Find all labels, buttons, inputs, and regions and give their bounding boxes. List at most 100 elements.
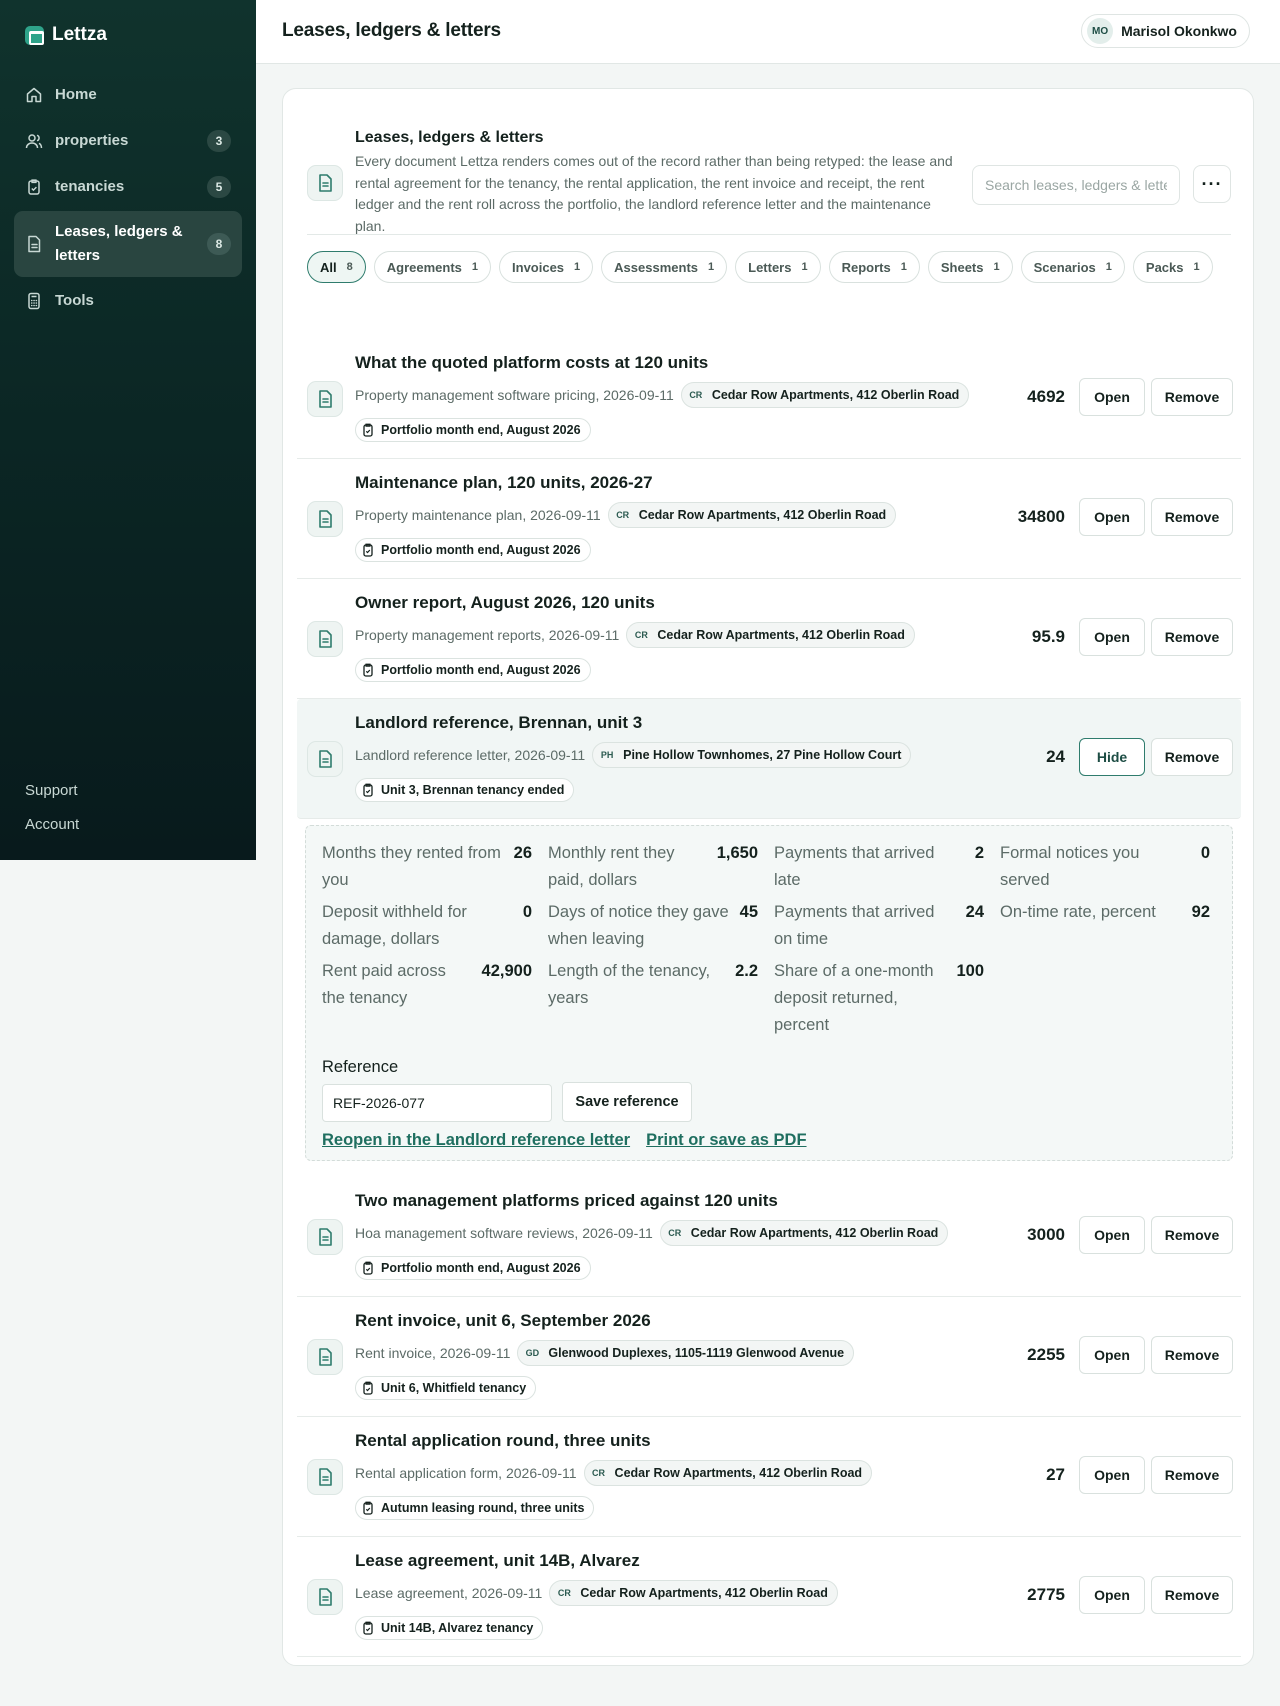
- filter-chip-all[interactable]: All 8: [307, 251, 366, 283]
- document-meta: Lease agreement, 2026-09-11 CR Cedar Row A…: [355, 1580, 838, 1606]
- sidebar-item-home[interactable]: Home: [14, 73, 242, 117]
- remove-button[interactable]: Remove: [1151, 378, 1233, 416]
- remove-button[interactable]: Remove: [1151, 498, 1233, 536]
- property-name: Cedar Row Apartments, 412 Oberlin Road: [614, 1466, 863, 1480]
- context-tag[interactable]: Portfolio month end, August 2026: [355, 658, 591, 682]
- home-icon: [25, 86, 43, 104]
- stat-label: Length of the tenancy, years: [548, 962, 711, 1007]
- remove-button[interactable]: Remove: [1151, 1216, 1233, 1254]
- intro-section: Leases, ledgers & letters Every document…: [307, 109, 1231, 235]
- filter-chip-agreements[interactable]: Agreements 1: [373, 251, 492, 283]
- context-tag[interactable]: Portfolio month end, August 2026: [355, 1256, 591, 1280]
- document-icon: [307, 501, 343, 537]
- filter-label: Agreements: [386, 259, 462, 275]
- document-value: 24: [1046, 747, 1065, 766]
- context-tag[interactable]: Unit 3, Brennan tenancy ended: [355, 778, 575, 802]
- context-tag[interactable]: Autumn leasing round, three units: [355, 1496, 595, 1520]
- property-chip[interactable]: CR Cedar Row Apartments, 412 Oberlin Road: [549, 1580, 838, 1606]
- property-chip[interactable]: PH Pine Hollow Townhomes, 27 Pine Hollow …: [592, 742, 912, 768]
- open-button[interactable]: Open: [1079, 618, 1145, 656]
- print-pdf-link[interactable]: Print or save as PDF: [646, 1131, 806, 1150]
- document-icon: [307, 165, 343, 201]
- filter-chip-letters[interactable]: Letters 1: [735, 251, 821, 283]
- stat-item: Share of a one-month deposit returned, p…: [774, 958, 984, 1039]
- property-chip[interactable]: CR Cedar Row Apartments, 412 Oberlin Road: [583, 1460, 873, 1486]
- context-tag-label: Unit 14B, Alvarez tenancy: [381, 1621, 534, 1635]
- property-chip[interactable]: CR Cedar Row Apartments, 412 Oberlin Road: [659, 1220, 949, 1246]
- stat-label: Share of a one-month deposit returned, p…: [774, 962, 934, 1034]
- remove-button[interactable]: Remove: [1151, 1456, 1233, 1494]
- reopen-link[interactable]: Reopen in the Landlord reference letter: [322, 1131, 630, 1150]
- property-chip[interactable]: CR Cedar Row Apartments, 412 Oberlin Road: [626, 622, 915, 648]
- sidebar-item-tools[interactable]: Tools: [14, 279, 242, 323]
- remove-button[interactable]: Remove: [1151, 1576, 1233, 1614]
- save-reference-button[interactable]: Save reference: [562, 1082, 692, 1122]
- context-tag[interactable]: Unit 6, Whitfield tenancy: [355, 1376, 537, 1400]
- document-value: 2775: [1027, 1585, 1065, 1604]
- open-button[interactable]: Open: [1079, 1456, 1145, 1494]
- document-meta: Property management reports, 2026-09-11 C…: [355, 622, 915, 648]
- property-abbr: CR: [634, 630, 648, 640]
- context-tag[interactable]: Unit 14B, Alvarez tenancy: [355, 1616, 544, 1640]
- filter-label: Packs: [1145, 259, 1184, 275]
- document-value: 4692: [1027, 387, 1065, 406]
- context-tag[interactable]: Portfolio month end, August 2026: [355, 418, 591, 442]
- document-meta: Hoa management software reviews, 2026-09…: [355, 1220, 949, 1246]
- stat-value: 45: [739, 903, 758, 921]
- document-type-date: Lease agreement, 2026-09-11: [355, 1585, 543, 1601]
- hide-button[interactable]: Hide: [1079, 738, 1145, 776]
- sidebar-nav: Home properties 3 tenancies 5 Leases, ledgers…: [14, 73, 242, 325]
- filter-chip-invoices[interactable]: Invoices 1: [499, 251, 594, 283]
- document-list: What the quoted platform costs at 120 un…: [297, 339, 1241, 1657]
- filter-label: Reports: [841, 259, 891, 275]
- brand[interactable]: Lettza: [25, 24, 107, 46]
- stat-label: Formal notices you served: [1000, 844, 1140, 889]
- sidebar-item-properties[interactable]: properties 3: [14, 119, 242, 163]
- user-menu[interactable]: MO Marisol Okonkwo: [1081, 14, 1250, 48]
- filter-count: 1: [1193, 261, 1200, 273]
- property-name: Pine Hollow Townhomes, 27 Pine Hollow Co…: [623, 748, 902, 762]
- detail-links: Reopen in the Landlord reference letter P…: [322, 1131, 807, 1150]
- filter-chip-packs[interactable]: Packs 1: [1132, 251, 1213, 283]
- stat-value: 26: [513, 844, 532, 862]
- filter-count: 1: [574, 261, 581, 273]
- open-button[interactable]: Open: [1079, 498, 1145, 536]
- property-chip[interactable]: GD Glenwood Duplexes, 1105-1119 Glenwood …: [517, 1340, 855, 1366]
- stat-label: Rent paid across the tenancy: [322, 962, 446, 1007]
- filter-label: Invoices: [512, 259, 565, 275]
- stat-item: Payments that arrived late 2: [774, 840, 984, 894]
- search-input[interactable]: [972, 165, 1180, 205]
- sidebar-item-tenancies[interactable]: tenancies 5: [14, 165, 242, 209]
- open-button[interactable]: Open: [1079, 1576, 1145, 1614]
- document-row: Owner report, August 2026, 120 units Prop…: [297, 579, 1241, 699]
- filter-chip-assessments[interactable]: Assessments 1: [601, 251, 728, 283]
- open-button[interactable]: Open: [1079, 378, 1145, 416]
- remove-button[interactable]: Remove: [1151, 618, 1233, 656]
- remove-button[interactable]: Remove: [1151, 1336, 1233, 1374]
- property-chip[interactable]: CR Cedar Row Apartments, 412 Oberlin Road: [680, 382, 970, 408]
- property-chip[interactable]: CR Cedar Row Apartments, 412 Oberlin Road: [607, 502, 897, 528]
- filter-chip-scenarios[interactable]: Scenarios 1: [1020, 251, 1125, 283]
- open-button[interactable]: Open: [1079, 1336, 1145, 1374]
- top-header: Leases, ledgers & letters MO Marisol Oko…: [256, 0, 1280, 64]
- page-title: Leases, ledgers & letters: [282, 20, 501, 41]
- reference-input[interactable]: [322, 1084, 552, 1122]
- account-link[interactable]: Account: [25, 816, 79, 833]
- open-button[interactable]: Open: [1079, 1216, 1145, 1254]
- remove-button[interactable]: Remove: [1151, 738, 1233, 776]
- document-icon: [307, 621, 343, 657]
- filter-count: 1: [993, 261, 1000, 273]
- clipboard-icon: [362, 663, 374, 677]
- context-tag[interactable]: Portfolio month end, August 2026: [355, 538, 591, 562]
- document-value: 2255: [1027, 1345, 1065, 1364]
- filter-chip-sheets[interactable]: Sheets 1: [927, 251, 1013, 283]
- more-options-button[interactable]: ···: [1193, 165, 1231, 203]
- stat-value: 1,650: [716, 844, 758, 862]
- context-tag-label: Unit 3, Brennan tenancy ended: [381, 783, 565, 797]
- document-meta: Rent invoice, 2026-09-11 GD Glenwood Duple…: [355, 1340, 855, 1366]
- documents-card: Leases, ledgers & letters Every document…: [282, 88, 1254, 1666]
- sidebar-item-leases-ledgers-letters[interactable]: Leases, ledgers & letters 8: [14, 211, 242, 277]
- property-abbr: CR: [557, 1588, 571, 1598]
- support-link[interactable]: Support: [25, 782, 79, 799]
- filter-chip-reports[interactable]: Reports 1: [828, 251, 920, 283]
